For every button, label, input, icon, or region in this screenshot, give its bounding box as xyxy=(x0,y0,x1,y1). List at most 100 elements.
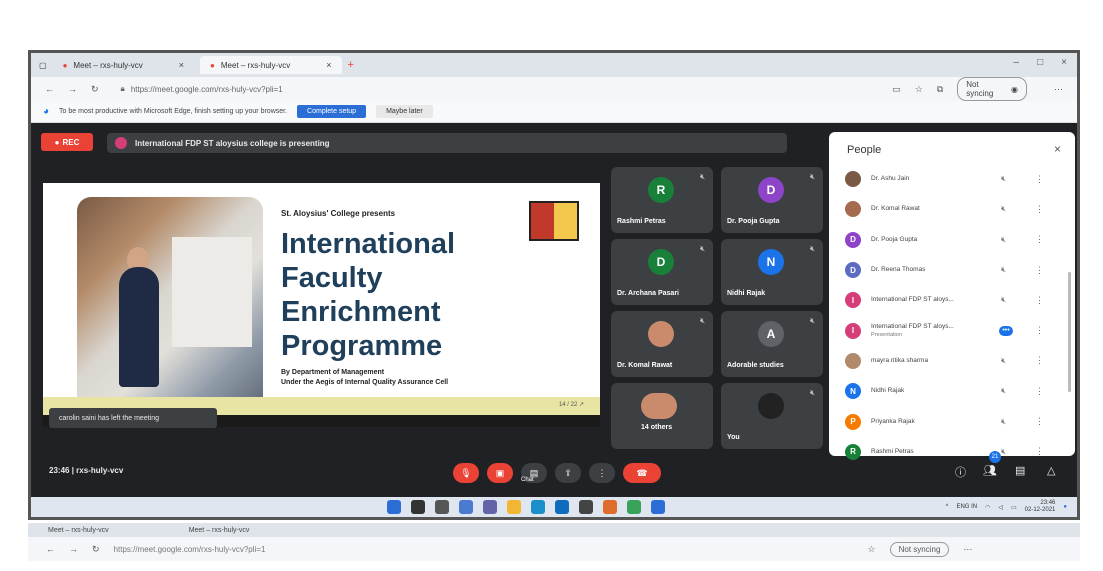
participant-tile[interactable]: 🔇︎ D Dr. Pooja Gupta xyxy=(721,167,823,233)
tab-close-icon[interactable]: × xyxy=(179,60,184,70)
file-explorer-icon[interactable] xyxy=(507,500,521,514)
tab-actions-icon[interactable]: ▢ xyxy=(39,61,47,70)
app-icon[interactable] xyxy=(627,500,641,514)
mic-off-icon[interactable]: 🔇︎ xyxy=(1001,356,1006,366)
read-aloud-icon[interactable]: ▭ xyxy=(892,84,901,95)
info-icon[interactable]: ⓘ xyxy=(955,464,966,480)
participant-tile[interactable]: 🔇︎ N Nidhi Rajak xyxy=(721,239,823,305)
wifi-icon[interactable]: ◠ xyxy=(985,504,990,511)
tile-name: Dr. Komal Rawat xyxy=(617,362,673,369)
tab-label[interactable]: Meet – rxs-huly-vcv xyxy=(189,527,250,534)
more-options-icon[interactable]: ⋮ xyxy=(1035,265,1044,276)
more-options-icon[interactable]: ⋮ xyxy=(1035,295,1044,306)
participant-row[interactable]: mayra ritika sharma 🔇︎ ⋮ xyxy=(829,346,1065,376)
camera-toggle-button[interactable]: ▣ xyxy=(487,463,513,483)
tab-meet-2[interactable]: ● Meet – rxs-huly-vcv × xyxy=(200,56,342,74)
close-window-button[interactable]: × xyxy=(1061,57,1067,68)
close-panel-icon[interactable]: × xyxy=(1054,142,1061,156)
more-options-icon[interactable]: ⋮ xyxy=(1035,325,1044,336)
lang-indicator[interactable]: ENG IN xyxy=(956,504,977,510)
mic-off-icon[interactable]: 🔇︎ xyxy=(1001,235,1006,245)
participant-row[interactable]: D Dr. Pooja Gupta 🔇︎ ⋮ xyxy=(829,225,1065,255)
start-icon[interactable] xyxy=(387,500,401,514)
chrome-icon[interactable] xyxy=(579,500,593,514)
self-tile[interactable]: 🔇︎ You xyxy=(721,383,823,449)
maybe-later-button[interactable]: Maybe later xyxy=(376,105,433,118)
task-view-icon[interactable] xyxy=(435,500,449,514)
mic-off-icon[interactable]: 🔇︎ xyxy=(1001,386,1006,396)
more-options-icon[interactable]: ⋮ xyxy=(1035,386,1044,397)
participant-row[interactable]: I International FDP ST aloys... 🔇︎ ⋮ xyxy=(829,285,1065,315)
more-menu-icon[interactable]: ⋯ xyxy=(963,544,972,555)
back-icon[interactable]: ← xyxy=(45,84,54,94)
participant-row[interactable]: D Dr. Reena Thomas 🔇︎ ⋮ xyxy=(829,255,1065,285)
url-text[interactable]: https://meet.google.com/rxs-huly-vcv?pli… xyxy=(114,545,854,554)
search-icon[interactable] xyxy=(411,500,425,514)
mic-toggle-button[interactable]: 🎙︎ xyxy=(453,463,479,483)
more-options-button[interactable]: ⋮ xyxy=(589,463,615,483)
refresh-icon[interactable]: ↻ xyxy=(92,544,100,555)
refresh-icon[interactable]: ↻ xyxy=(91,84,99,95)
favorites-icon[interactable]: ☆ xyxy=(868,544,876,555)
mic-off-icon[interactable]: 🔇︎ xyxy=(1001,417,1006,427)
clock[interactable]: 23:46 02-12-2021 xyxy=(1025,500,1056,514)
participant-row[interactable]: I International FDP ST aloys... Presentat… xyxy=(829,315,1065,345)
notification-icon[interactable]: ● xyxy=(1063,504,1067,510)
participant-tile[interactable]: 🔇︎ A Adorable studies xyxy=(721,311,823,377)
participant-name-text: International FDP ST aloys... xyxy=(871,296,954,304)
app-icon[interactable] xyxy=(603,500,617,514)
more-options-icon[interactable]: ⋮ xyxy=(1035,355,1044,366)
forward-icon[interactable]: → xyxy=(68,84,77,94)
participant-tile[interactable]: 🔇︎ D Dr. Archana Pasari xyxy=(611,239,713,305)
edge-icon[interactable] xyxy=(531,500,545,514)
participant-row[interactable]: N Nidhi Rajak 🔇︎ ⋮ xyxy=(829,376,1065,406)
widgets-icon[interactable] xyxy=(459,500,473,514)
more-options-icon[interactable]: ⋮ xyxy=(1035,174,1044,185)
tray-chevron-icon[interactable]: ^ xyxy=(946,504,949,510)
battery-icon[interactable]: ▭ xyxy=(1011,504,1017,511)
others-tile[interactable]: 14 others xyxy=(611,383,713,449)
panel-scrollbar[interactable] xyxy=(1068,272,1071,392)
participant-row[interactable]: Dr. Komal Rawat 🔇︎ ⋮ xyxy=(829,194,1065,224)
minimize-button[interactable]: – xyxy=(1014,57,1020,68)
favorites-icon[interactable]: ☆ xyxy=(915,84,923,95)
mic-off-icon[interactable]: 🔇︎ xyxy=(1001,204,1006,214)
mic-off-icon[interactable]: 🔇︎ xyxy=(1001,174,1006,184)
present-button[interactable]: ⇪ xyxy=(555,463,581,483)
complete-setup-button[interactable]: Complete setup xyxy=(297,105,367,118)
recording-badge[interactable]: ● REC xyxy=(41,133,93,151)
people-icon[interactable]: 👥︎ xyxy=(983,464,997,477)
tab-meet-1[interactable]: ● Meet – rxs-huly-vcv × xyxy=(53,56,194,74)
more-options-icon[interactable]: ⋮ xyxy=(1035,416,1044,427)
participant-tile[interactable]: 🔇︎ R Rashmi Petras xyxy=(611,167,713,233)
participant-row[interactable]: Dr. Ashu Jain 🔇︎ ⋮ xyxy=(829,164,1065,194)
store-icon[interactable] xyxy=(555,500,569,514)
new-tab-button[interactable]: + xyxy=(348,59,354,71)
chat-icon[interactable]: ▤ xyxy=(1015,464,1025,477)
sync-label[interactable]: Not syncing xyxy=(889,541,950,557)
avatar: N xyxy=(845,383,861,400)
collections-icon[interactable]: ⧉ xyxy=(937,84,943,95)
maximize-button[interactable]: □ xyxy=(1037,57,1043,68)
back-icon[interactable]: ← xyxy=(46,544,55,554)
mic-off-icon: 🎙︎ xyxy=(460,467,472,478)
url-input[interactable]: 🔒︎ https://meet.google.com/rxs-huly-vcv?… xyxy=(112,80,879,98)
mic-off-icon[interactable]: 🔇︎ xyxy=(1001,295,1006,305)
more-menu-icon[interactable]: ⋯ xyxy=(1054,84,1063,95)
volume-icon[interactable]: ◁ xyxy=(998,504,1003,511)
participant-tile[interactable]: 🔇︎ Dr. Komal Rawat xyxy=(611,311,713,377)
more-options-icon[interactable]: ⋮ xyxy=(1035,234,1044,245)
teams-icon[interactable] xyxy=(483,500,497,514)
mic-off-icon[interactable]: 🔇︎ xyxy=(1001,265,1006,275)
participant-row[interactable]: P Priyanka Rajak 🔇︎ ⋮ xyxy=(829,406,1065,436)
more-options-icon[interactable]: ⋮ xyxy=(1035,204,1044,215)
tab-label[interactable]: Meet – rxs-huly-vcv xyxy=(48,527,109,534)
leave-call-button[interactable]: ☎︎ xyxy=(623,463,661,483)
presenting-icon[interactable]: ••• xyxy=(999,325,1013,336)
forward-icon[interactable]: → xyxy=(69,544,78,554)
app-icon[interactable] xyxy=(651,500,665,514)
activities-icon[interactable]: △ xyxy=(1047,464,1055,477)
slide-page-indicator[interactable]: 14 / 22 ↗ xyxy=(559,401,584,408)
profile-sync-button[interactable]: Not syncing ◉ xyxy=(957,77,1027,101)
tab-close-icon[interactable]: × xyxy=(326,60,331,70)
